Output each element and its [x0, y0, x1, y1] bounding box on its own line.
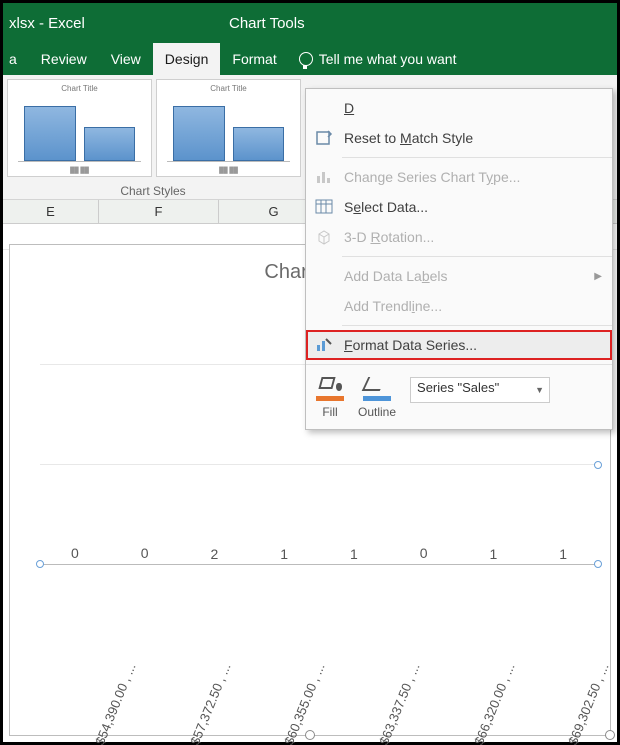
window-title: xlsx - Excel — [3, 15, 85, 32]
format-series-icon — [314, 335, 334, 355]
resize-handle-br[interactable] — [605, 730, 615, 740]
series-selector[interactable]: Series "Sales" — [410, 377, 550, 403]
ribbon-tabs: a Review View Design Format Tell me what… — [3, 43, 617, 75]
bar-value-label: 0 — [141, 545, 149, 561]
series-handle[interactable] — [594, 461, 602, 469]
fill-tool[interactable]: Fill — [316, 377, 344, 419]
menu-change-chart-type: Change Series Chart Type... — [306, 162, 612, 192]
bar-value-label: 2 — [210, 546, 218, 562]
chevron-down-icon: ▼ — [535, 385, 544, 395]
bar-value-label: 1 — [350, 546, 358, 562]
col-e[interactable]: E — [3, 200, 99, 223]
app-window: xlsx - Excel Chart Tools a Review View D… — [0, 0, 620, 745]
bar-value-label: 1 — [559, 546, 567, 562]
tab-view[interactable]: View — [99, 43, 153, 75]
bar-value-label: 0 — [71, 545, 79, 561]
x-axis-labels: ( $54,390.00 , ...( $57,372.50 , ...( $6… — [40, 571, 598, 731]
menu-3d-rotation: 3-D Rotation... — [306, 222, 612, 252]
select-data-icon — [314, 197, 334, 217]
bar[interactable] — [124, 563, 166, 564]
bar-column[interactable]: 1 — [528, 546, 598, 564]
mini-toolbar: Fill Outline Series "Sales" ▼ — [306, 369, 612, 425]
x-tick-label: ( $57,372.50 , ... — [184, 661, 233, 745]
series-handle[interactable] — [36, 560, 44, 568]
x-tick-label: ( $66,320.00 , ... — [468, 661, 517, 745]
outline-tool[interactable]: Outline — [358, 377, 396, 419]
menu-reset-style[interactable]: Reset to Match Style — [306, 123, 612, 153]
tell-me-label: Tell me what you want — [319, 51, 457, 67]
title-bar: xlsx - Excel Chart Tools — [3, 3, 617, 43]
bar-value-label: 1 — [280, 546, 288, 562]
menu-delete[interactable]: D — [306, 93, 612, 123]
context-menu: D Reset to Match Style Change Series Cha… — [305, 88, 613, 430]
reset-icon — [314, 128, 334, 148]
bar-column[interactable]: 1 — [249, 546, 319, 564]
bar[interactable] — [403, 563, 445, 564]
menu-add-trendline: Add Trendline... — [306, 291, 612, 321]
bar-column[interactable]: 0 — [389, 545, 459, 564]
x-tick-label: ( $54,390.00 , ... — [89, 661, 138, 745]
x-tick-label: ( $60,355.00 , ... — [279, 661, 328, 745]
chart-style-thumb-2[interactable]: Chart Title ██ ██ — [156, 79, 301, 177]
tab-format[interactable]: Format — [220, 43, 288, 75]
chart-type-icon — [314, 167, 334, 187]
tell-me-search[interactable]: Tell me what you want — [289, 43, 469, 75]
menu-format-data-series[interactable]: Format Data Series... — [306, 330, 612, 360]
bar-column[interactable]: 1 — [319, 546, 389, 564]
resize-handle-bottom[interactable] — [305, 730, 315, 740]
chart-styles-group: Chart Title ██ ██ Chart Title ██ ██ Char… — [3, 75, 303, 200]
x-tick-label: ( $63,337.50 , ... — [373, 661, 422, 745]
chart-styles-label: Chart Styles — [3, 184, 303, 198]
bar-column[interactable]: 1 — [459, 546, 529, 564]
paint-bucket-icon — [316, 377, 344, 401]
menu-select-data[interactable]: Select Data... — [306, 192, 612, 222]
chart-style-thumb-1[interactable]: Chart Title ██ ██ — [7, 79, 152, 177]
bar-column[interactable]: 0 — [40, 545, 110, 564]
col-f[interactable]: F — [99, 200, 219, 223]
bar-value-label: 0 — [420, 545, 428, 561]
chevron-right-icon: ▶ — [594, 271, 602, 282]
series-handle[interactable] — [594, 560, 602, 568]
bar[interactable] — [54, 563, 96, 564]
cube-icon — [314, 227, 334, 247]
chart-tools-label: Chart Tools — [213, 3, 321, 43]
tab-partial[interactable]: a — [3, 43, 29, 75]
tab-design[interactable]: Design — [153, 43, 221, 75]
bar-column[interactable]: 0 — [110, 545, 180, 564]
pen-outline-icon — [363, 377, 391, 401]
tab-review[interactable]: Review — [29, 43, 99, 75]
bulb-icon — [299, 52, 313, 66]
bar-value-label: 1 — [489, 546, 497, 562]
blank-icon — [314, 98, 334, 118]
bar-column[interactable]: 2 — [180, 546, 250, 564]
menu-add-data-labels: Add Data Labels ▶ — [306, 261, 612, 291]
